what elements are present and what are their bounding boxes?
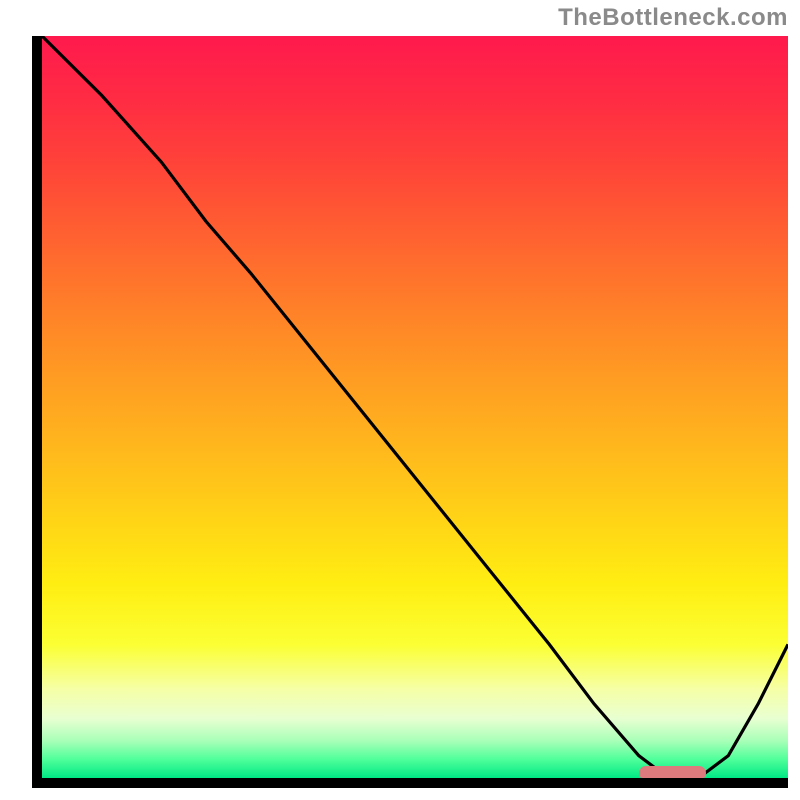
bottleneck-curve: [42, 36, 788, 778]
y-axis: [32, 36, 42, 788]
optimal-range-marker: [639, 766, 706, 778]
x-axis: [32, 778, 788, 788]
chart-container: TheBottleneck.com: [0, 0, 800, 800]
attribution-text: TheBottleneck.com: [558, 4, 788, 32]
plot-area: [42, 36, 788, 778]
